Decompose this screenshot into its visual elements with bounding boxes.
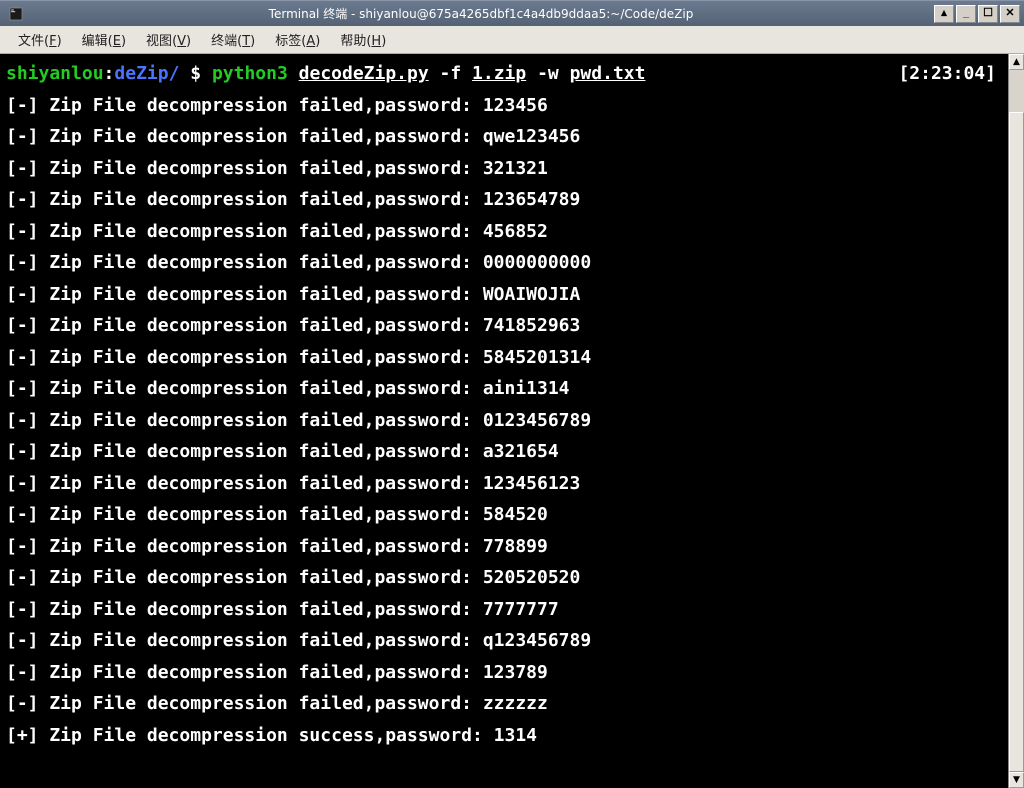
output-line-fail: [-] Zip File decompression failed,passwo… <box>6 247 1002 279</box>
output-line-fail: [-] Zip File decompression failed,passwo… <box>6 657 1002 689</box>
minimize-button[interactable]: _ <box>956 5 976 23</box>
output-line-fail: [-] Zip File decompression failed,passwo… <box>6 184 1002 216</box>
menu-help[interactable]: 帮助(H) <box>330 26 396 53</box>
maximize-button[interactable]: ☐ <box>978 5 998 23</box>
output-line-fail: [-] Zip File decompression failed,passwo… <box>6 121 1002 153</box>
output-line-fail: [-] Zip File decompression failed,passwo… <box>6 373 1002 405</box>
scrollbar: ▲ ▼ <box>1008 54 1024 788</box>
output-line-fail: [-] Zip File decompression failed,passwo… <box>6 279 1002 311</box>
output-line-fail: [-] Zip File decompression failed,passwo… <box>6 90 1002 122</box>
window-title: Terminal 终端 - shiyanlou@675a4265dbf1c4a4… <box>28 5 934 22</box>
menu-terminal[interactable]: 终端(T) <box>201 26 265 53</box>
output-line-fail: [-] Zip File decompression failed,passwo… <box>6 153 1002 185</box>
close-button[interactable]: ✕ <box>1000 5 1020 23</box>
output-line-fail: [-] Zip File decompression failed,passwo… <box>6 436 1002 468</box>
scroll-thumb[interactable] <box>1009 112 1024 772</box>
output-line-fail: [-] Zip File decompression failed,passwo… <box>6 342 1002 374</box>
output-line-fail: [-] Zip File decompression failed,passwo… <box>6 499 1002 531</box>
output-line-fail: [-] Zip File decompression failed,passwo… <box>6 625 1002 657</box>
output-line-fail: [-] Zip File decompression failed,passwo… <box>6 405 1002 437</box>
menubar: 文件(F) 编辑(E) 视图(V) 终端(T) 标签(A) 帮助(H) <box>0 26 1024 54</box>
output-line-fail: [-] Zip File decompression failed,passwo… <box>6 562 1002 594</box>
output-line-fail: [-] Zip File decompression failed,passwo… <box>6 216 1002 248</box>
output-line-fail: [-] Zip File decompression failed,passwo… <box>6 531 1002 563</box>
menu-file[interactable]: 文件(F) <box>8 26 72 53</box>
terminal-container: shiyanlou:deZip/ $ python3 decodeZip.py … <box>0 54 1024 788</box>
window-controls: ▴ _ ☐ ✕ <box>934 5 1020 23</box>
output-line-fail: [-] Zip File decompression failed,passwo… <box>6 594 1002 626</box>
output-line-fail: [-] Zip File decompression failed,passwo… <box>6 688 1002 720</box>
scroll-track[interactable] <box>1009 70 1024 772</box>
window-titlebar: Terminal 终端 - shiyanlou@675a4265dbf1c4a4… <box>0 0 1024 26</box>
output-line-success: [+] Zip File decompression success,passw… <box>6 720 1002 752</box>
menu-tabs[interactable]: 标签(A) <box>265 26 330 53</box>
prompt-line: shiyanlou:deZip/ $ python3 decodeZip.py … <box>6 58 1002 90</box>
menu-view[interactable]: 视图(V) <box>136 26 201 53</box>
scroll-down-button[interactable]: ▼ <box>1009 772 1024 788</box>
shade-button[interactable]: ▴ <box>934 5 954 23</box>
scroll-up-button[interactable]: ▲ <box>1009 54 1024 70</box>
terminal-output[interactable]: shiyanlou:deZip/ $ python3 decodeZip.py … <box>0 54 1008 788</box>
output-line-fail: [-] Zip File decompression failed,passwo… <box>6 468 1002 500</box>
app-icon <box>8 6 24 22</box>
output-line-fail: [-] Zip File decompression failed,passwo… <box>6 310 1002 342</box>
menu-edit[interactable]: 编辑(E) <box>72 26 136 53</box>
